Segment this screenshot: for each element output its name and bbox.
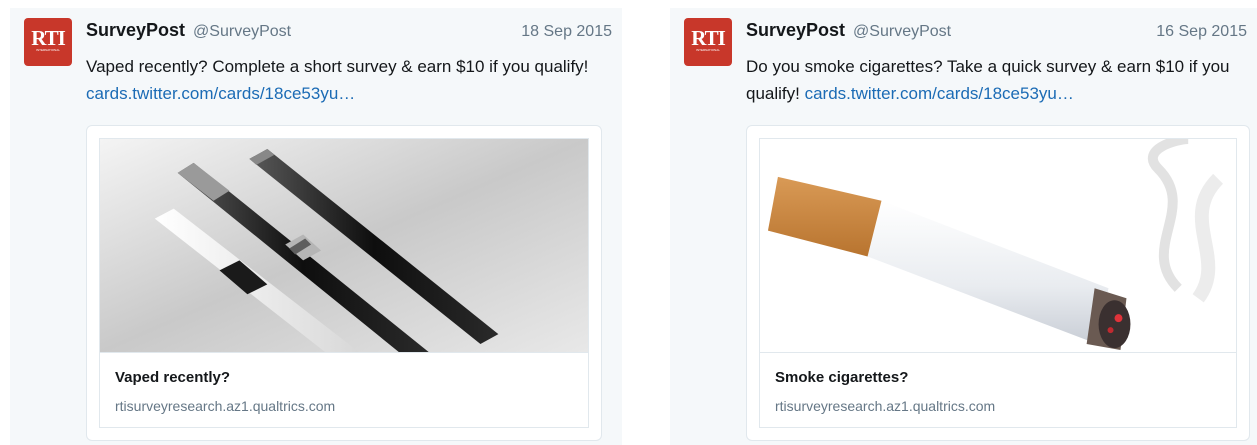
cigarette-photo xyxy=(760,139,1236,352)
tweet-link[interactable]: cards.twitter.com/cards/18ce53yu… xyxy=(86,84,355,103)
rti-logo-subtext: INTERNATIONAL xyxy=(36,48,60,52)
card-info[interactable]: Vaped recently? rtisurveyresearch.az1.qu… xyxy=(99,352,589,428)
tweet-link[interactable]: cards.twitter.com/cards/18ce53yu… xyxy=(805,84,1074,103)
tweet-date[interactable]: 16 Sep 2015 xyxy=(1156,23,1247,41)
tweet[interactable]: RTI INTERNATIONAL SurveyPost @SurveyPost… xyxy=(10,8,622,445)
tweet-body: Vaped recently? Complete a short survey … xyxy=(86,57,589,76)
rti-avatar[interactable]: RTI INTERNATIONAL xyxy=(684,18,732,66)
rti-logo-subtext: INTERNATIONAL xyxy=(696,48,720,52)
tweet[interactable]: RTI INTERNATIONAL SurveyPost @SurveyPost… xyxy=(670,8,1257,445)
tweet-header: SurveyPost @SurveyPost 18 Sep 2015 xyxy=(86,20,612,42)
tweet-text: Vaped recently? Complete a short survey … xyxy=(86,53,602,107)
rti-avatar[interactable]: RTI INTERNATIONAL xyxy=(24,18,72,66)
card-title: Smoke cigarettes? xyxy=(775,369,909,386)
user-handle[interactable]: @SurveyPost xyxy=(853,23,951,41)
link-card[interactable]: Smoke cigarettes? rtisurveyresearch.az1.… xyxy=(746,125,1250,441)
card-image[interactable] xyxy=(99,138,589,352)
card-title: Vaped recently? xyxy=(115,369,231,386)
card-image[interactable] xyxy=(759,138,1237,352)
display-name[interactable]: SurveyPost xyxy=(746,20,845,41)
tweet-date[interactable]: 18 Sep 2015 xyxy=(521,23,612,41)
display-name[interactable]: SurveyPost xyxy=(86,20,185,41)
card-domain: rtisurveyresearch.az1.qualtrics.com xyxy=(115,398,336,414)
tweet-header: SurveyPost @SurveyPost 16 Sep 2015 xyxy=(746,20,1247,42)
e-cigarette-photo xyxy=(100,139,588,352)
tweet-text: Do you smoke cigarettes? Take a quick su… xyxy=(746,53,1237,107)
card-domain: rtisurveyresearch.az1.qualtrics.com xyxy=(775,398,996,414)
link-card[interactable]: Vaped recently? rtisurveyresearch.az1.qu… xyxy=(86,125,602,441)
user-handle[interactable]: @SurveyPost xyxy=(193,23,291,41)
card-info[interactable]: Smoke cigarettes? rtisurveyresearch.az1.… xyxy=(759,352,1237,428)
